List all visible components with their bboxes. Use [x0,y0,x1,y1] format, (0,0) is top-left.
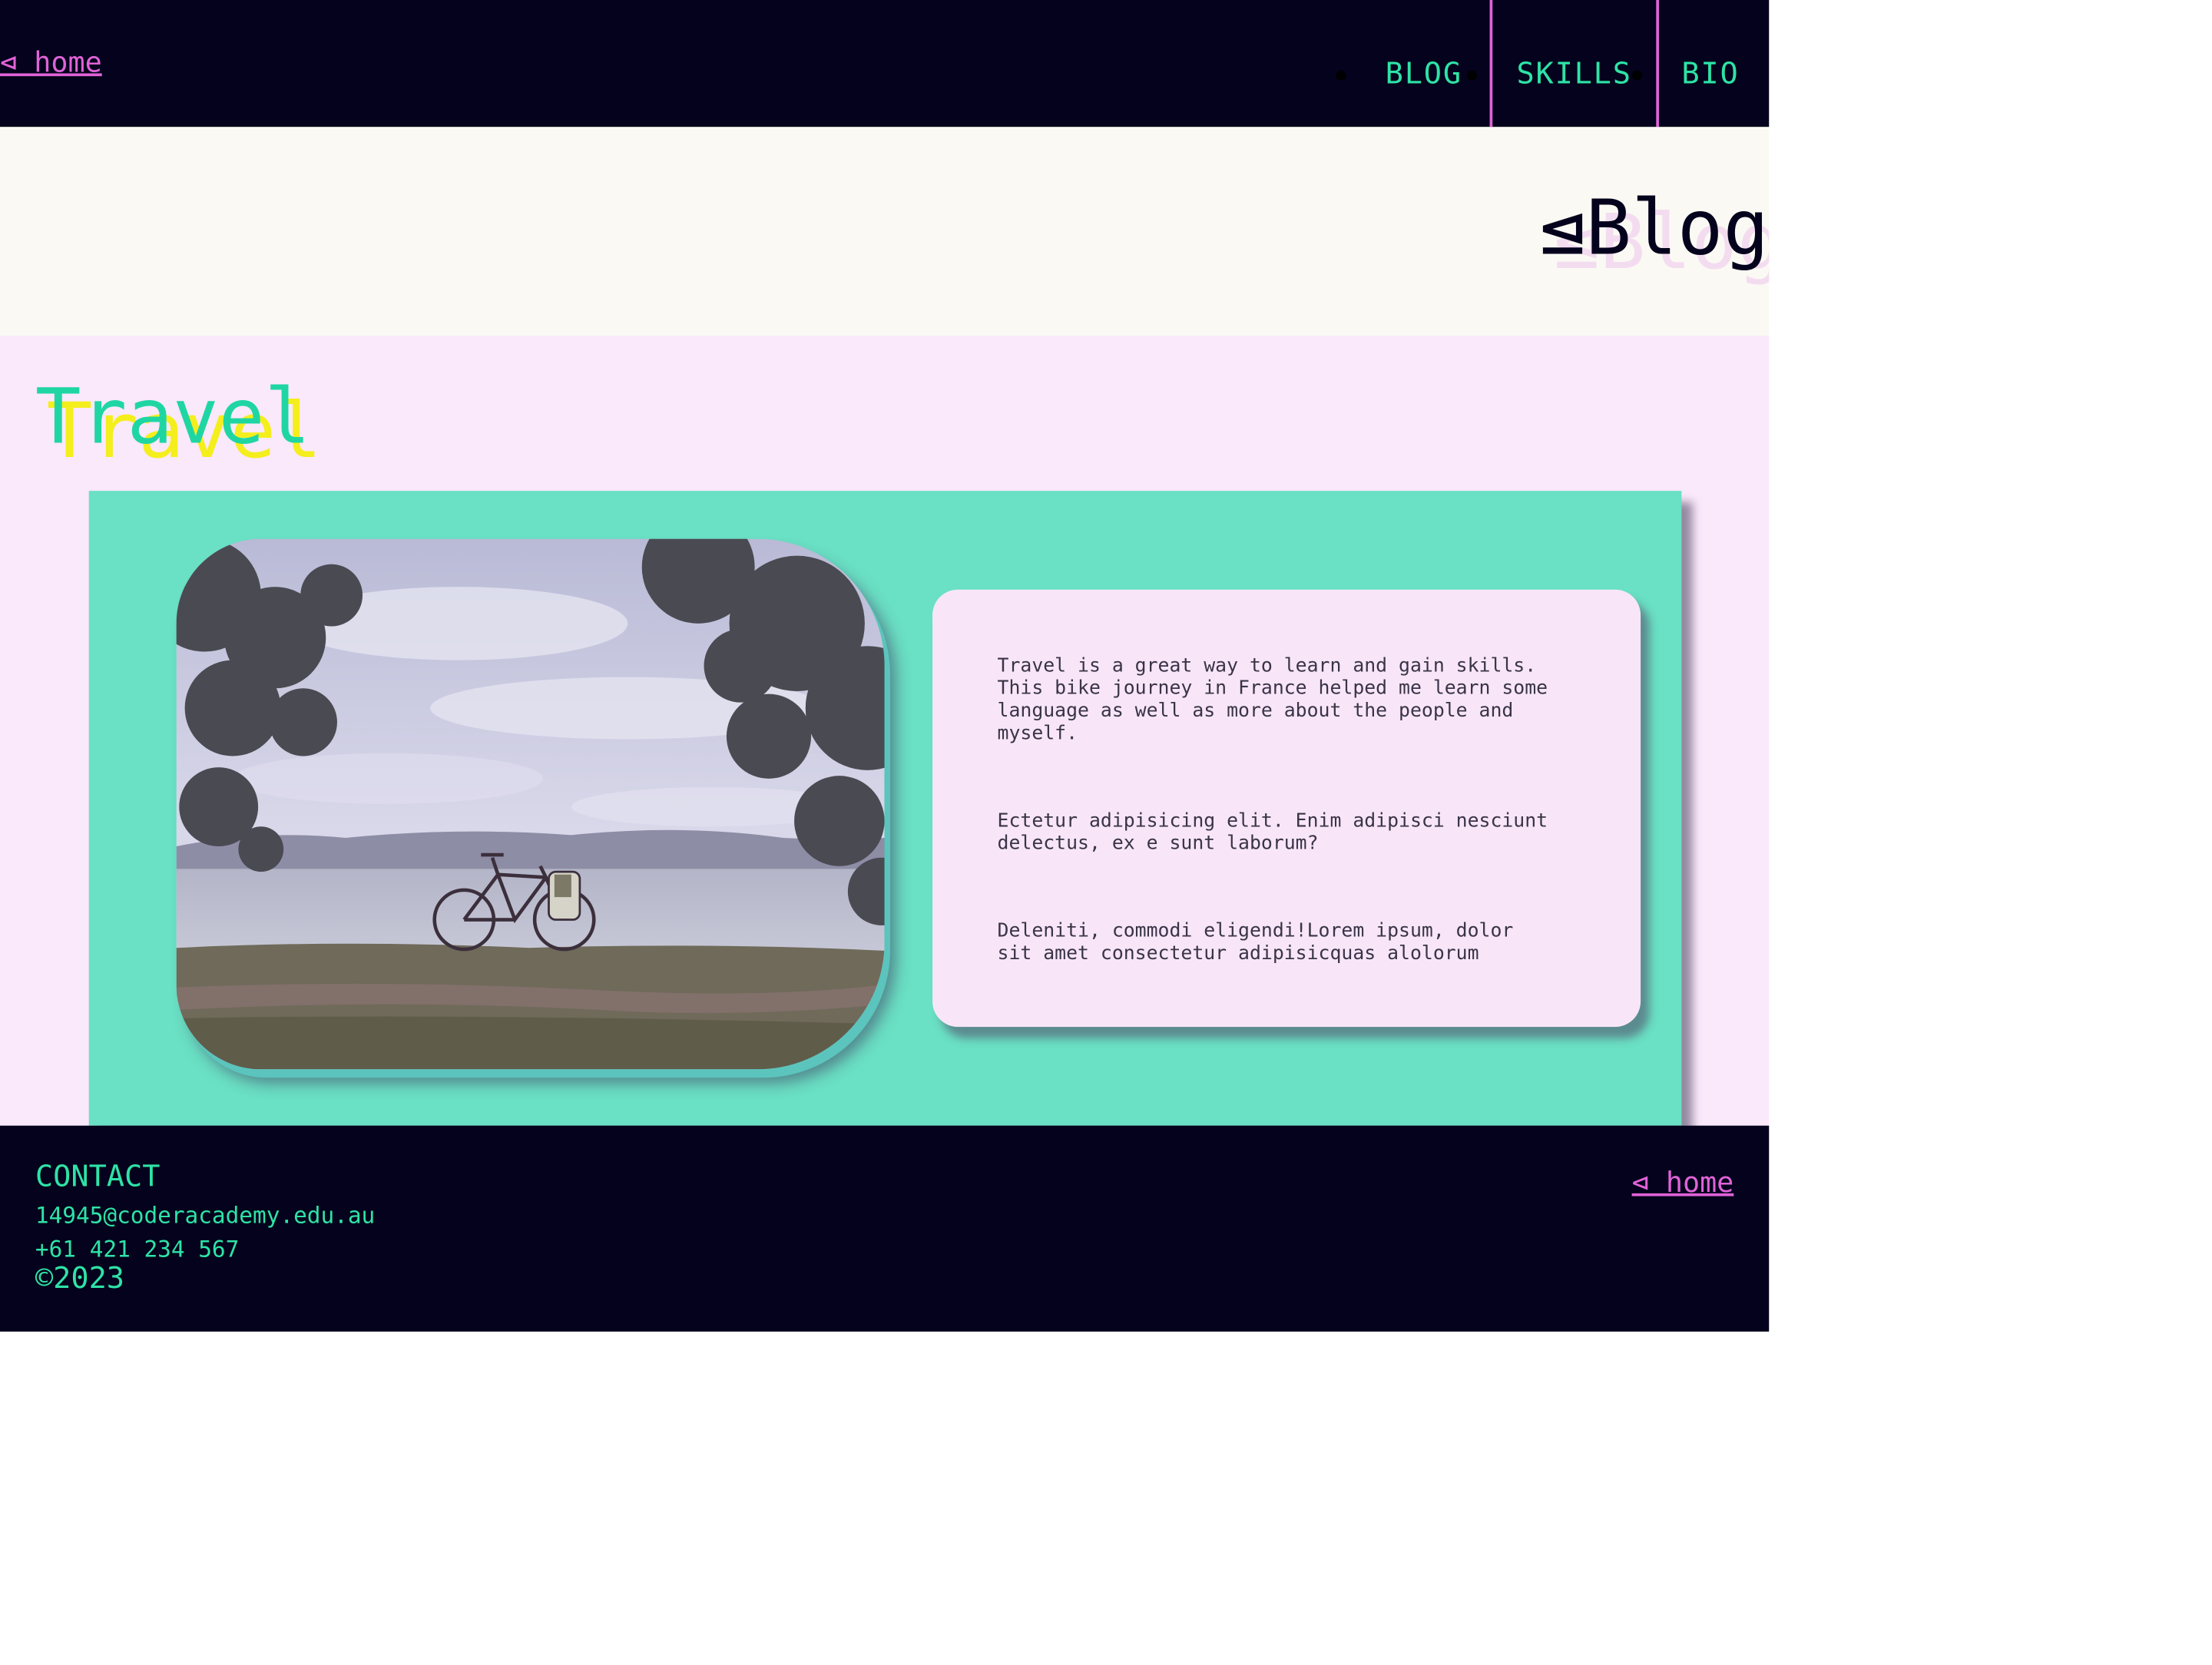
contact-heading: CONTACT [35,1159,161,1193]
nav-divider [1489,0,1493,127]
contact-phone: +61 421 234 567 [35,1235,240,1263]
travel-text-box: Travel is a great way to learn and gain … [932,589,1641,1028]
section-title: Travel Travel [35,372,322,475]
paragraph: Travel is a great way to learn and gain … [997,654,1548,745]
nav-bullet [1336,70,1346,81]
footer-home-link[interactable]: ⊲ home [1632,1165,1734,1199]
blog-banner: ⊴Blog ⊴Blog [0,127,1770,336]
nav-divider [1656,0,1659,127]
nav-item-skills[interactable]: SKILLS [1516,56,1631,90]
page: ⊲ home BLOG SKILLS BIO ⊴Blog ⊴Blog Trave… [0,0,2212,1664]
copyright: ©2023 [35,1261,125,1296]
nav-item-blog[interactable]: BLOG [1386,56,1462,90]
top-navigation-bar: ⊲ home BLOG SKILLS BIO [0,0,1770,127]
travel-card: Travel is a great way to learn and gain … [88,491,1682,1126]
section-title-text: Travel [35,372,311,462]
contact-email: 14945@coderacademy.edu.au [35,1201,376,1229]
paragraph: Ectetur adipisicing elit. Enim adipisci … [997,809,1548,856]
footer: CONTACT 14945@coderacademy.edu.au +61 42… [0,1125,1770,1332]
nav-item-bio[interactable]: BIO [1681,56,1739,90]
home-link[interactable]: ⊲ home [0,45,102,79]
nav-bullet [1632,70,1642,81]
page-title-text: ⊴Blog [1539,183,1770,273]
page-title: ⊴Blog ⊴Blog [1539,183,1770,286]
bicycle-lake-image [176,538,885,1070]
paragraph: Deleniti, commodi eligendi!Lorem ipsum, … [997,919,1514,965]
travel-photo [176,538,885,1070]
nav-bullet [1467,70,1478,81]
travel-section: Travel Travel Travel is a great way to l… [0,336,1770,1126]
